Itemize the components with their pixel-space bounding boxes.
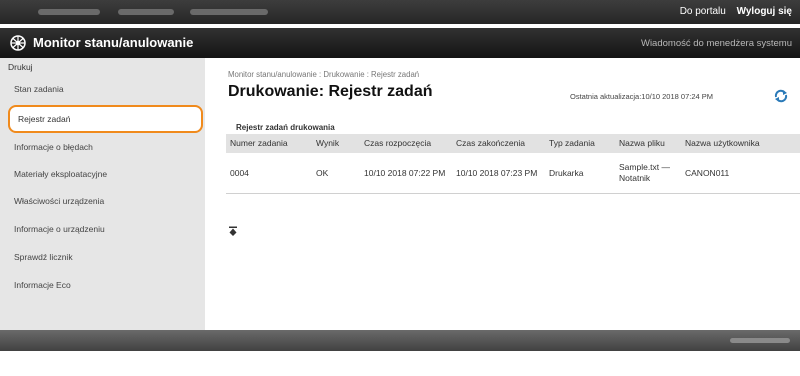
sidebar-group-label: Drukuj	[8, 62, 33, 72]
job-number-cell: 0004	[226, 153, 312, 194]
blurred-text	[190, 9, 268, 15]
blurred-text	[118, 9, 174, 15]
column-header: Typ zadania	[545, 134, 615, 153]
blurred-text	[730, 338, 790, 343]
breadcrumb: Monitor stanu/anulowanie : Drukowanie : …	[228, 70, 419, 79]
sidebar-item-device-info[interactable]: Informacje o urządzeniu	[14, 224, 105, 234]
file-name-cell: Sample.txt — Notatnik	[615, 153, 681, 194]
sidebar-item-error-info[interactable]: Informacje o błędach	[14, 142, 93, 152]
app-title: Monitor stanu/anulowanie	[33, 35, 194, 50]
logout-link[interactable]: Wyloguj się	[737, 6, 792, 17]
end-time-cell: 10/10 2018 07:23 PM	[452, 153, 545, 194]
blurred-text	[38, 9, 100, 15]
sidebar-item-eco[interactable]: Informacje Eco	[14, 280, 71, 290]
breadcrumb-link[interactable]: Monitor stanu/anulowanie	[228, 70, 317, 79]
admin-message-link[interactable]: Wiadomość do menedżera systemu	[641, 38, 792, 49]
last-update-text: Ostatnia aktualizacja:10/10 2018 07:24 P…	[570, 92, 714, 101]
canon-globe-icon	[10, 35, 26, 51]
page-title: Drukowanie: Rejestr zadań	[228, 83, 433, 100]
column-header: Czas rozpoczęcia	[360, 134, 452, 153]
table-row: 0004 OK 10/10 2018 07:22 PM 10/10 2018 0…	[226, 153, 800, 194]
result-cell: OK	[312, 153, 360, 194]
top-links: Do portalu Wyloguj się	[672, 6, 792, 17]
sidebar-item-counter[interactable]: Sprawdź licznik	[14, 252, 73, 262]
job-log-table: Numer zadania Wynik Czas rozpoczęcia Cza…	[226, 134, 800, 194]
go-to-top-icon[interactable]	[228, 226, 238, 236]
sidebar-item-device-properties[interactable]: Właściwości urządzenia	[14, 196, 104, 206]
column-header: Nazwa użytkownika	[681, 134, 800, 153]
app-header: Monitor stanu/anulowanie Wiadomość do me…	[0, 28, 800, 58]
user-name-cell: CANON011	[681, 153, 800, 194]
top-bar: Do portalu Wyloguj się	[0, 0, 800, 24]
breadcrumb-current: Rejestr zadań	[371, 70, 420, 79]
footer-bar	[0, 330, 800, 351]
section-title: Rejestr zadań drukowania	[236, 123, 335, 132]
sidebar-item-job-status[interactable]: Stan zadania	[14, 84, 64, 94]
start-time-cell: 10/10 2018 07:22 PM	[360, 153, 452, 194]
job-type-cell: Drukarka	[545, 153, 615, 194]
column-header: Numer zadania	[226, 134, 312, 153]
column-header: Nazwa pliku	[615, 134, 681, 153]
sidebar: Drukuj Stan zadania Rejestr zadań Inform…	[0, 58, 205, 330]
table-header-row: Numer zadania Wynik Czas rozpoczęcia Cza…	[226, 134, 800, 153]
portal-link[interactable]: Do portalu	[680, 6, 726, 17]
column-header: Czas zakończenia	[452, 134, 545, 153]
sidebar-item-label: Rejestr zadań	[18, 114, 71, 124]
breadcrumb-link[interactable]: Drukowanie	[323, 70, 364, 79]
sidebar-item-consumables[interactable]: Materiały eksploatacyjne	[14, 169, 107, 179]
sidebar-item-job-log[interactable]: Rejestr zadań	[8, 105, 203, 133]
column-header: Wynik	[312, 134, 360, 153]
refresh-icon[interactable]	[773, 89, 789, 103]
